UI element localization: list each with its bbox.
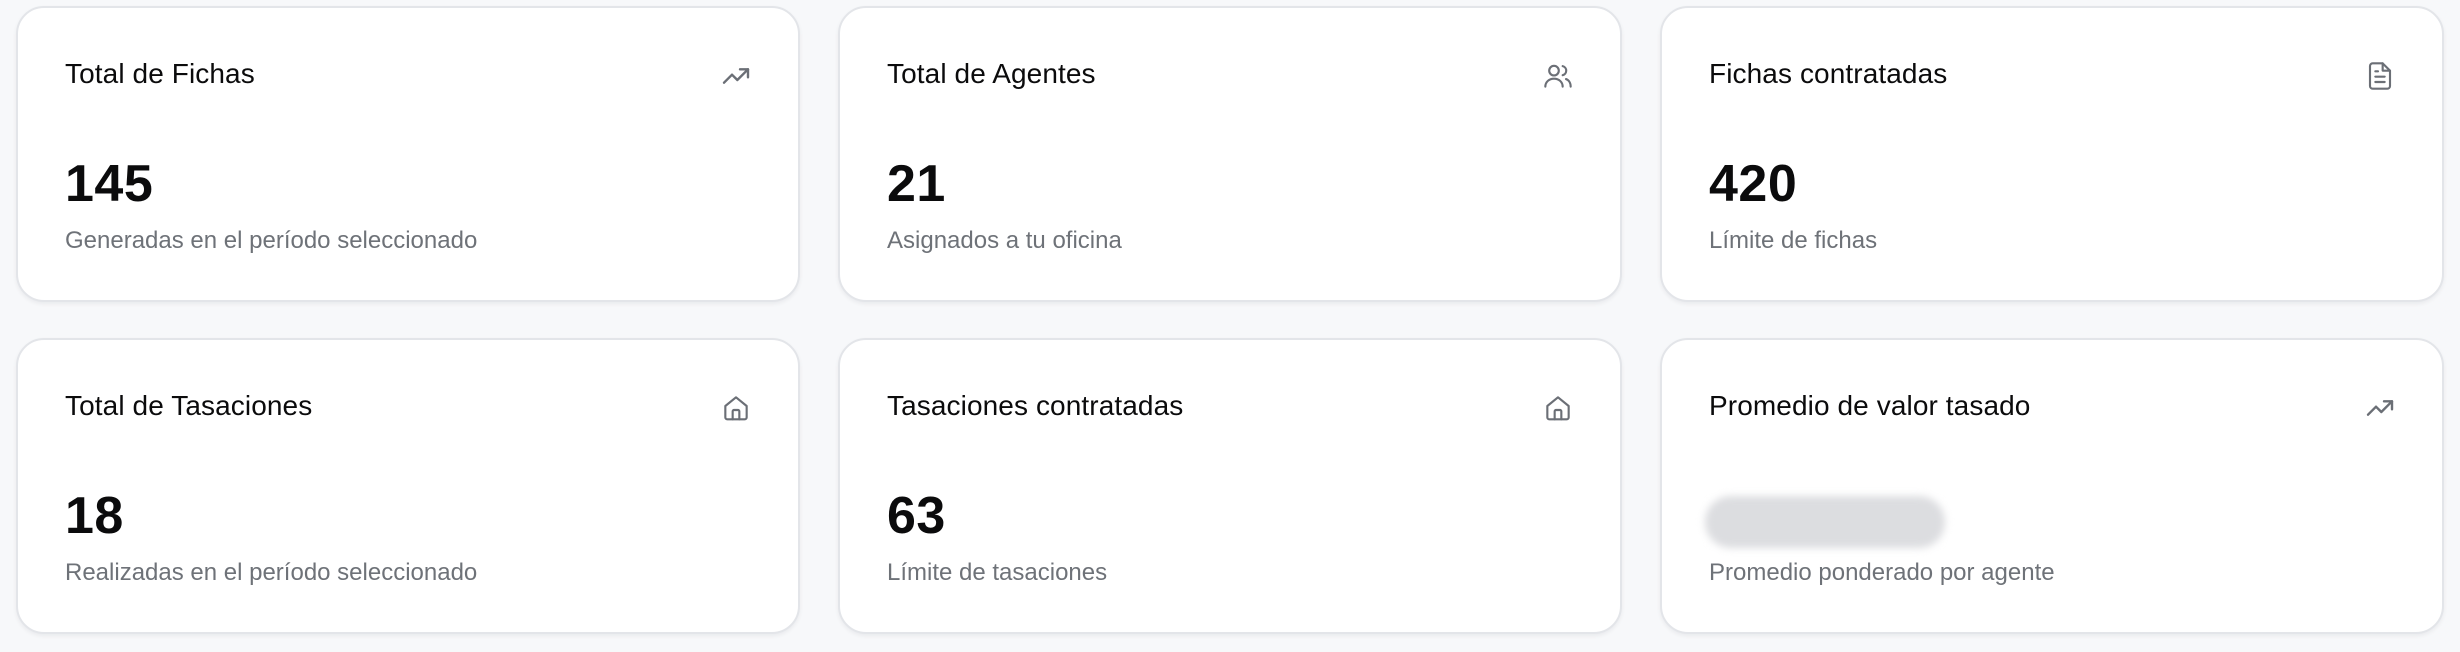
card-subtitle: Asignados a tu oficina [887, 227, 1122, 254]
file-text-icon [2364, 60, 2396, 92]
stat-card-total-fichas: Total de Fichas 145 Generadas en el perí… [16, 6, 800, 302]
stat-card-promedio-valor-tasado: Promedio de valor tasado Promedio ponder… [1660, 338, 2444, 634]
card-value: 145 [65, 155, 154, 213]
card-subtitle: Generadas en el período seleccionado [65, 227, 478, 254]
stat-card-total-tasaciones: Total de Tasaciones 18 Realizadas en el … [16, 338, 800, 634]
card-title: Tasaciones contratadas [887, 390, 1184, 421]
card-subtitle: Límite de tasaciones [887, 559, 1108, 586]
card-subtitle: Realizadas en el período seleccionado [65, 559, 478, 586]
stats-grid: Total de Fichas 145 Generadas en el perí… [0, 0, 2460, 652]
stat-card-fichas-contratadas: Fichas contratadas 420 Límite de fichas [1660, 6, 2444, 302]
home-icon [720, 392, 752, 424]
card-value: 420 [1709, 155, 1798, 213]
card-title: Total de Agentes [887, 58, 1096, 89]
users-icon [1542, 60, 1574, 92]
home-icon [1542, 392, 1574, 424]
card-title: Total de Tasaciones [65, 390, 313, 421]
trending-up-icon [720, 60, 752, 92]
stat-card-tasaciones-contratadas: Tasaciones contratadas 63 Límite de tasa… [838, 338, 1622, 634]
trending-up-icon [2364, 392, 2396, 424]
card-subtitle: Límite de fichas [1709, 227, 1878, 254]
card-subtitle: Promedio ponderado por agente [1709, 559, 2055, 586]
card-value: 21 [887, 155, 946, 213]
stat-card-total-agentes: Total de Agentes 21 Asignados a tu ofici… [838, 6, 1622, 302]
card-title: Promedio de valor tasado [1709, 390, 2031, 421]
card-title: Fichas contratadas [1709, 58, 1948, 89]
card-value: 18 [65, 487, 124, 545]
card-title: Total de Fichas [65, 58, 255, 89]
blurred-value-placeholder [1705, 496, 1945, 548]
card-value: 63 [887, 487, 946, 545]
